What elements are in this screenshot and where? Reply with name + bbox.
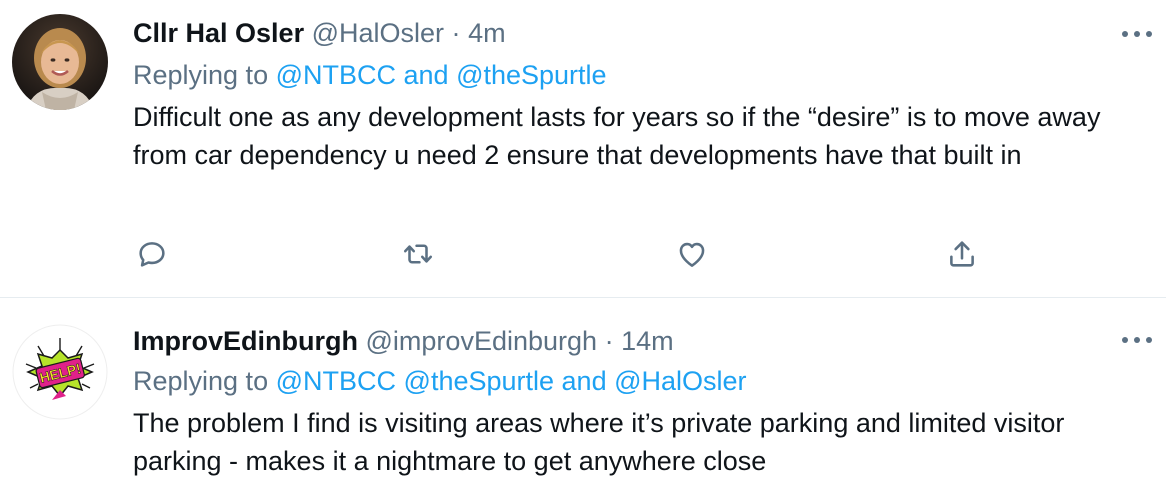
mention-joiner: and: [554, 366, 615, 396]
replying-to-line: Replying to @NTBCC @theSpurtle and @HalO…: [133, 364, 747, 398]
author-handle[interactable]: @HalOsler: [312, 18, 444, 48]
replying-to-label: Replying to: [133, 366, 269, 396]
mention-joiner: and: [396, 60, 457, 90]
reply-button[interactable]: [132, 234, 172, 274]
avatar[interactable]: HELP!: [12, 324, 108, 420]
mention-joiner: [396, 366, 404, 396]
reply-icon: [139, 242, 165, 267]
retweet-icon: [403, 244, 433, 264]
like-icon: [679, 242, 705, 267]
author-name[interactable]: ImprovEdinburgh: [133, 326, 358, 356]
tweet-card[interactable]: Cllr Hal Osler @HalOsler · 4m Replying t…: [0, 0, 1166, 298]
mention-link[interactable]: @theSpurtle: [404, 366, 555, 396]
tweet-header: Cllr Hal Osler @HalOsler · 4m: [133, 16, 506, 50]
share-button[interactable]: [942, 234, 982, 274]
more-options-icon[interactable]: [1122, 24, 1152, 44]
mention-link[interactable]: @NTBCC: [276, 366, 396, 396]
replying-to-line: Replying to @NTBCC and @theSpurtle: [133, 58, 607, 92]
author-name[interactable]: Cllr Hal Osler: [133, 18, 304, 48]
timestamp[interactable]: 14m: [621, 326, 674, 356]
tweet-header: ImprovEdinburgh @improvEdinburgh · 14m: [133, 324, 674, 358]
timestamp[interactable]: 4m: [468, 18, 506, 48]
author-handle[interactable]: @improvEdinburgh: [366, 326, 598, 356]
replying-to-label: Replying to: [133, 60, 269, 90]
tweet-text: The problem I find is visiting areas whe…: [133, 408, 1065, 476]
retweet-button[interactable]: [398, 234, 438, 274]
share-icon: [950, 241, 974, 267]
separator-dot: ·: [604, 326, 614, 356]
mention-link[interactable]: @theSpurtle: [456, 60, 607, 90]
tweet-text: Difficult one as any development lasts f…: [133, 102, 1101, 170]
mention-link[interactable]: @HalOsler: [614, 366, 746, 396]
avatar[interactable]: [12, 14, 108, 110]
more-options-icon[interactable]: [1122, 330, 1152, 350]
tweet-card[interactable]: HELP! ImprovEdinburgh @improvEdinburgh ·…: [0, 298, 1166, 502]
mention-link[interactable]: @NTBCC: [276, 60, 396, 90]
like-button[interactable]: [672, 234, 712, 274]
separator-dot: ·: [451, 18, 461, 48]
action-bar: [132, 234, 992, 278]
